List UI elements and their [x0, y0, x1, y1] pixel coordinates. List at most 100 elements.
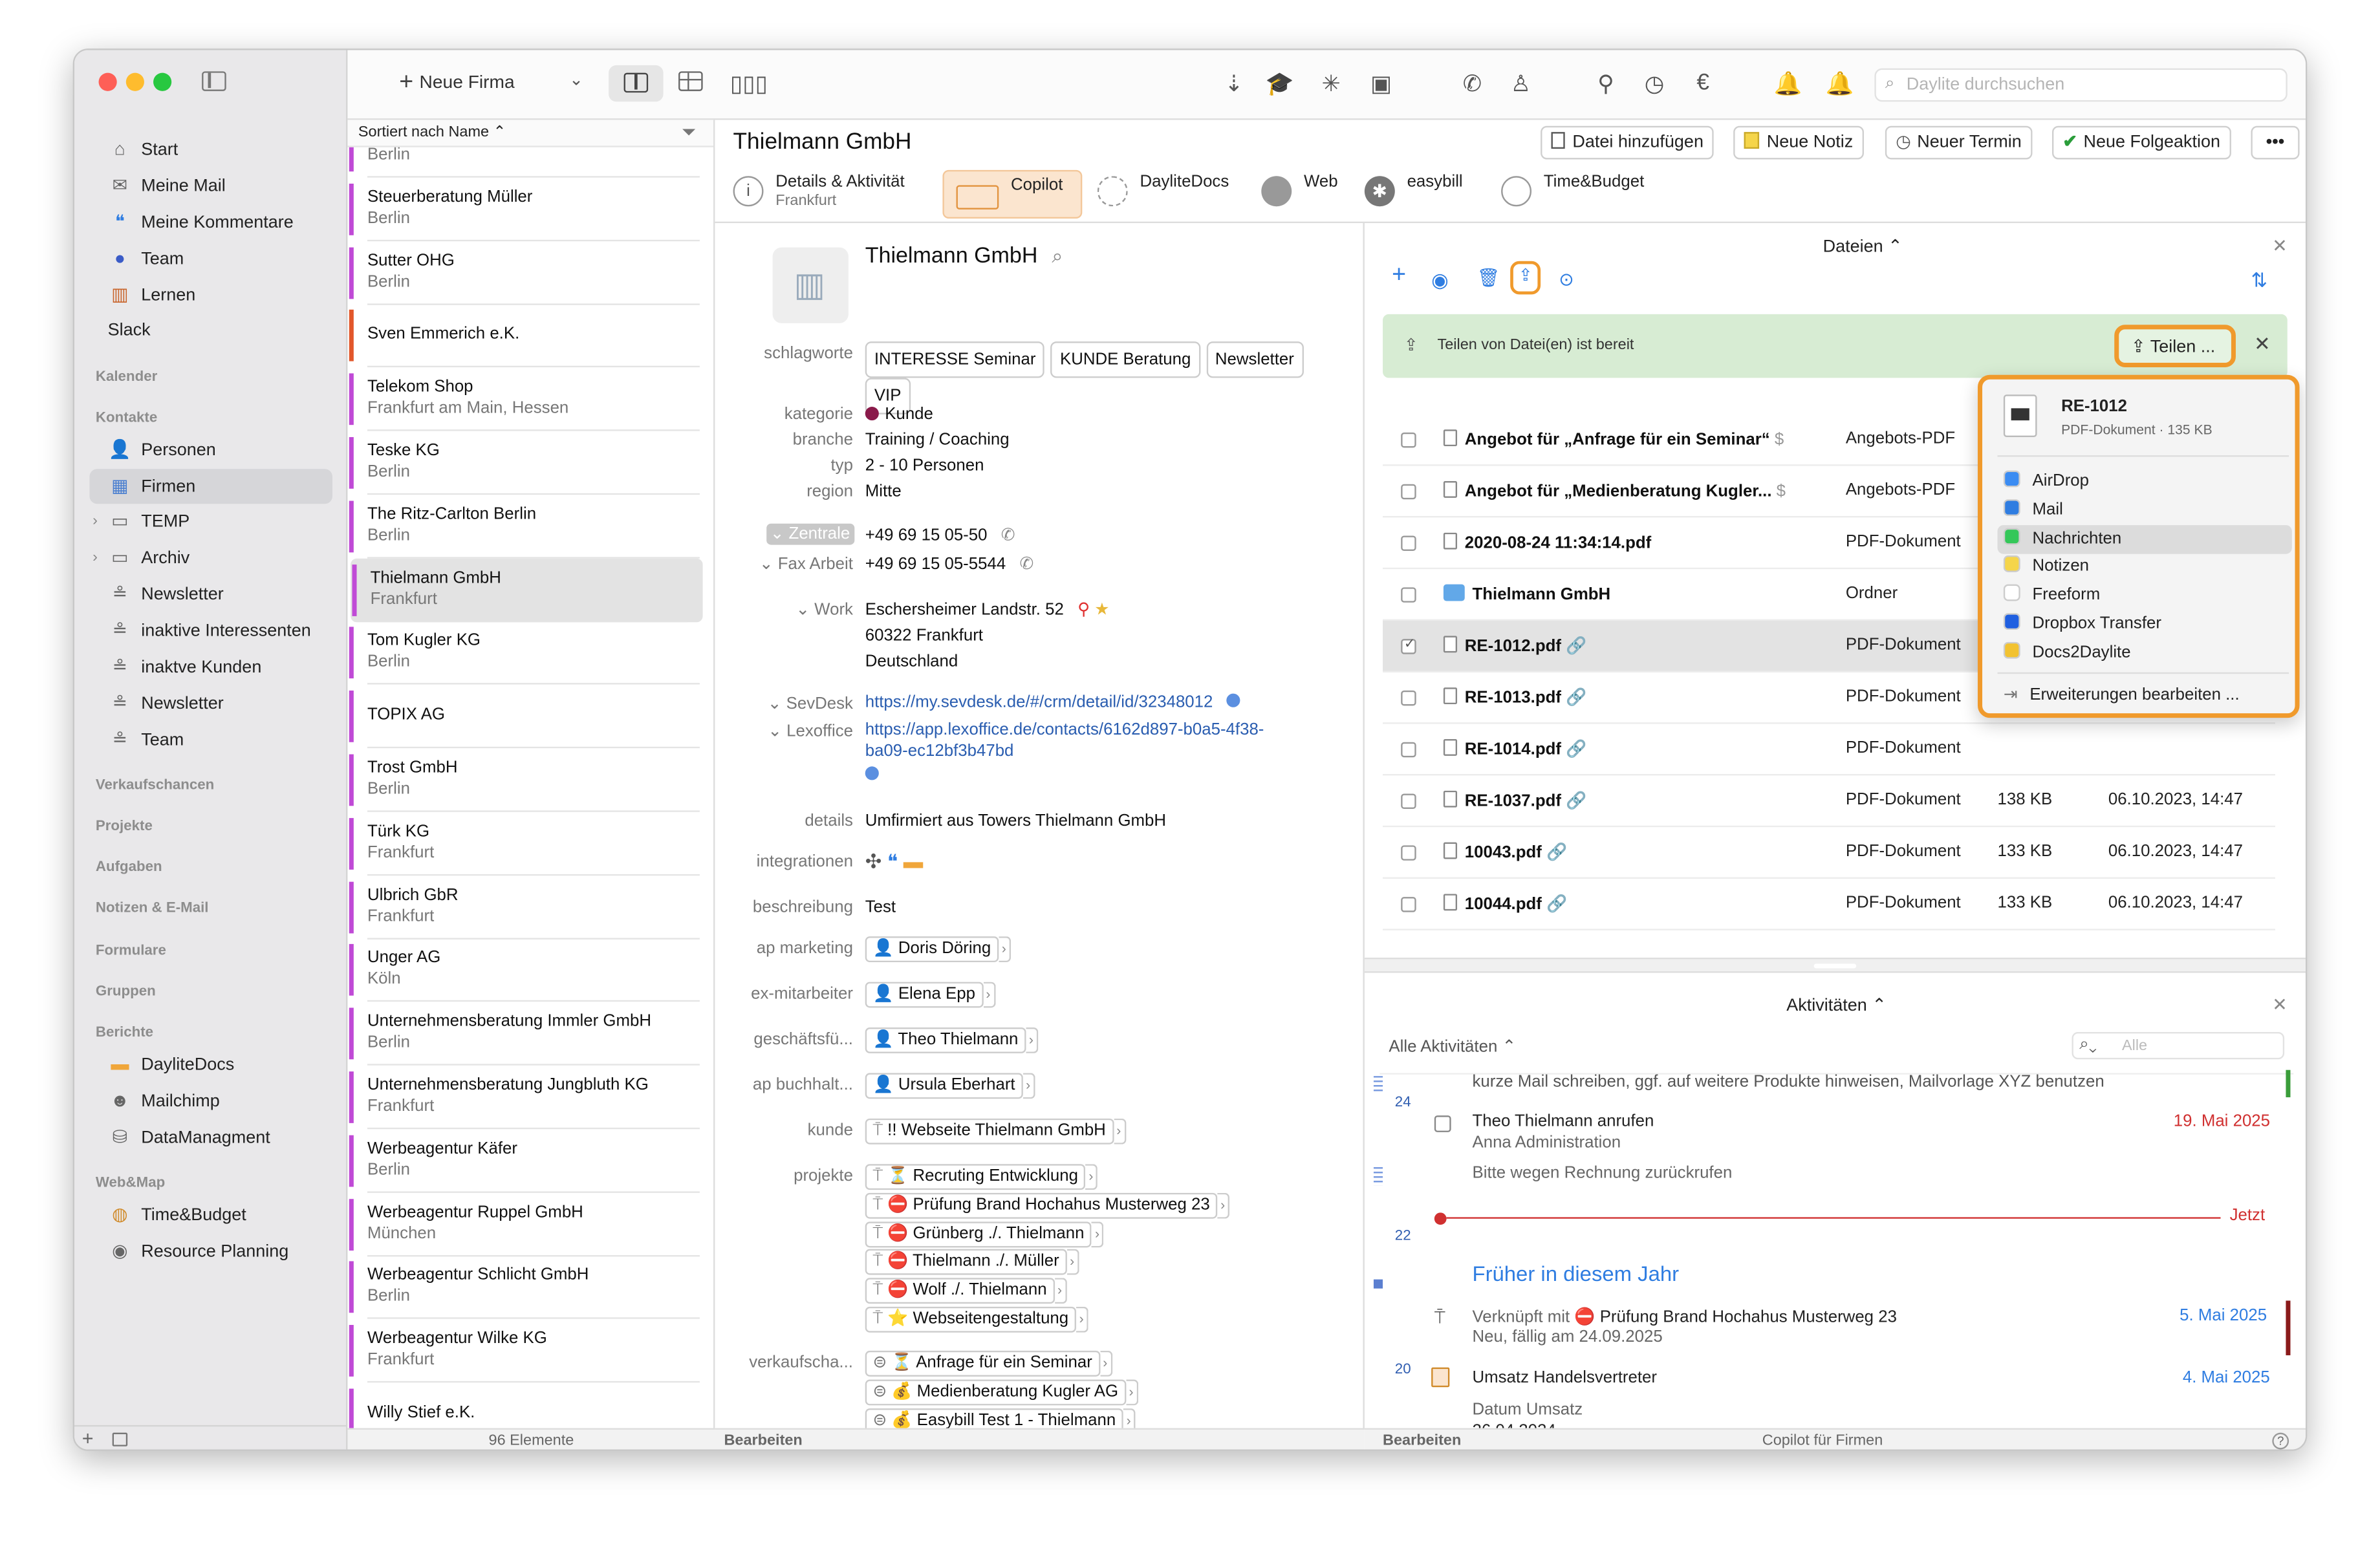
menu-item-docs2daylite[interactable]: Docs2Daylite	[1998, 639, 2292, 668]
lexoffice-link[interactable]: https://app.lexoffice.de/contacts/6162d8…	[865, 721, 1264, 739]
project-link[interactable]: ⍑ ⛔ Thielmann ./. Müller ›	[865, 1249, 1079, 1276]
list-item[interactable]: Werbeagentur Wilke KG Frankfurt	[347, 1319, 713, 1383]
project-link[interactable]: ⍑ ⛔ Wolf ./. Thielmann ›	[865, 1278, 1067, 1304]
tab-easybill[interactable]: ✱ easybill	[1364, 170, 1486, 219]
list-item[interactable]: Werbeagentur Käfer Berlin	[347, 1129, 713, 1193]
chevron-right-icon[interactable]: ›	[1085, 1164, 1098, 1190]
close-files-icon[interactable]: ✕	[2272, 235, 2288, 257]
timer-icon[interactable]: ◷	[1638, 70, 1671, 97]
sidebar-item-datamanagment[interactable]: ⛁ DataManagment	[89, 1120, 332, 1155]
close-activities-icon[interactable]: ✕	[2272, 994, 2288, 1015]
activities-title[interactable]: Aktivitäten ⌃	[1786, 994, 1887, 1015]
project-link[interactable]: ⍑ ⛔ Prüfung Brand Hochahus Musterweg 23 ›	[865, 1192, 1230, 1219]
disclosure-chevron-icon[interactable]: ›	[92, 504, 98, 539]
activity-search[interactable]: ⌕⌄ Alle	[2072, 1032, 2285, 1060]
list-item[interactable]: Türk KG Frankfurt	[347, 812, 713, 876]
map-pin-icon[interactable]: ⚲	[1077, 601, 1090, 619]
chart-view-icon[interactable]: ▯▯▯	[730, 70, 768, 97]
list-item[interactable]: Unger AG Köln	[347, 938, 713, 1003]
file-row[interactable]: 10043.pdf 🔗 PDF-Dokument 133 KB 06.10.2023,…	[1383, 827, 2276, 879]
section-webmap[interactable]: Web&Map	[96, 1175, 165, 1192]
chevron-right-icon[interactable]: ›	[1113, 1118, 1126, 1145]
opportunity-link[interactable]: ⊜ 💰 Easybill Test 1 - Thielmann ›	[865, 1408, 1136, 1428]
sort-arrows-icon[interactable]: ⇅	[2251, 268, 2267, 293]
project-link[interactable]: ⍑ ⭐ Webseitengestaltung ›	[865, 1306, 1088, 1333]
section-projekte[interactable]: Projekte	[96, 818, 153, 835]
edit-button[interactable]: Bearbeiten	[1383, 1433, 1461, 1450]
tab-details[interactable]: i Details & Aktivität Frankfurt	[733, 170, 931, 219]
tab-web[interactable]: Web	[1261, 170, 1352, 219]
chevron-right-icon[interactable]: ›	[982, 982, 995, 1008]
sidebar-item-daylitedocs[interactable]: ▬ DayliteDocs	[89, 1047, 332, 1082]
file-checkbox[interactable]	[1401, 587, 1416, 603]
file-checkbox[interactable]	[1401, 484, 1416, 500]
tag-interesse[interactable]: INTERESSE Seminar	[865, 341, 1045, 378]
address-city[interactable]: 60322 Frankfurt	[865, 627, 983, 645]
section-verkaufschancen[interactable]: Verkaufschancen	[96, 777, 214, 794]
sidebar-item-team-2[interactable]: ≗ Team	[89, 722, 332, 757]
activity-filter[interactable]: Alle Aktivitäten ⌃	[1389, 1037, 1516, 1056]
list-item[interactable]: Unternehmensberatung Jungbluth KG Frankfu…	[347, 1066, 713, 1130]
address-country[interactable]: Deutschland	[865, 652, 958, 671]
edit-button[interactable]: Bearbeiten	[724, 1433, 802, 1450]
sidebar-item-timebudget[interactable]: ◍ Time&Budget	[89, 1198, 332, 1232]
file-checkbox[interactable]	[1401, 535, 1416, 551]
list-item[interactable]: Sven Emmerich e.K.	[347, 304, 713, 368]
menu-item-mail[interactable]: Mail	[1998, 496, 2292, 525]
close-window-button[interactable]	[98, 72, 117, 91]
list-item[interactable]: Teske KG Berlin	[347, 431, 713, 495]
list-item[interactable]: The Ritz-Carlton Berlin Berlin	[347, 495, 713, 559]
file-row[interactable]: RE-1014.pdf 🔗 PDF-Dokument	[1383, 724, 2276, 776]
tab-copilot[interactable]: Copilot	[942, 169, 1083, 219]
menu-item-nachrichten[interactable]: Nachrichten	[1997, 524, 2292, 554]
sidebar-item-firmen[interactable]: ▦ Firmen	[89, 469, 332, 504]
academy-icon[interactable]: 🎓	[1263, 70, 1297, 97]
search-field[interactable]: ⌕ Daylite durchsuchen	[1874, 68, 2288, 102]
add-file-icon[interactable]: +	[1392, 263, 1406, 290]
tag-newsletter[interactable]: Newsletter	[1206, 341, 1303, 378]
file-checkbox[interactable]	[1401, 793, 1416, 810]
euro-icon[interactable]: €	[1686, 70, 1720, 96]
sidebar-item-personen[interactable]: 👤 Personen	[89, 433, 332, 468]
file-checkbox[interactable]: ✓	[1401, 636, 1416, 654]
typ-value[interactable]: 2 - 10 Personen	[865, 457, 984, 475]
sidebar-item-temp[interactable]: › ▭ TEMP	[89, 504, 332, 539]
sidebar-item-archiv[interactable]: › ▭ Archiv	[89, 541, 332, 575]
list-item[interactable]: Unternehmensberatung Immler GmbH Berlin	[347, 1002, 713, 1066]
ex-mitarbeiter-link[interactable]: 👤 Elena Epp ›	[865, 982, 995, 1008]
bell-red-icon[interactable]: 🔔	[1823, 70, 1857, 97]
task-title[interactable]: Theo Thielmann anrufen	[1472, 1112, 1654, 1130]
menu-item-dropbox-transfer[interactable]: Dropbox Transfer	[1998, 610, 2292, 640]
table-view-icon[interactable]	[678, 71, 703, 91]
section-kalender[interactable]: Kalender	[96, 369, 157, 385]
sidebar-item-kommentare[interactable]: ❝ Meine Kommentare	[89, 205, 332, 240]
pane-splitter[interactable]	[1364, 958, 2306, 973]
menu-item-extensions[interactable]: ⇥ Erweiterungen bearbeiten ...	[1998, 682, 2292, 711]
sidebar-item-newsletter-2[interactable]: ≗ Newsletter	[89, 686, 332, 721]
list-item[interactable]: Thielmann GmbH Frankfurt	[351, 557, 703, 622]
file-checkbox[interactable]	[1401, 690, 1416, 706]
add-file-button[interactable]: Datei hinzufügen	[1541, 125, 1715, 160]
list-item[interactable]: Tom Kugler KG Berlin	[347, 621, 713, 685]
file-row[interactable]: 10044.pdf 🔗 PDF-Dokument 133 KB 06.10.2023,…	[1383, 879, 2276, 930]
layout-icon[interactable]: ▣	[1365, 70, 1398, 97]
sort-menu[interactable]: Sortiert nach Name ⌃	[358, 124, 506, 141]
sidebar-item-inaktive-interessenten[interactable]: ≗ inaktive Interessenten	[89, 613, 332, 648]
file-checkbox[interactable]	[1401, 742, 1416, 758]
section-aufgaben[interactable]: Aufgaben	[96, 859, 162, 876]
bell-orange-icon[interactable]: 🔔	[1771, 70, 1805, 97]
list-item[interactable]: Werbeagentur Ruppel GmbH München	[347, 1192, 713, 1256]
share-icon[interactable]: ⇪	[1510, 261, 1541, 295]
phone-icon[interactable]: ✆	[1456, 70, 1489, 97]
search-icon[interactable]: ⌕	[1052, 244, 1063, 269]
region-value[interactable]: Mitte	[865, 482, 902, 500]
address-street[interactable]: Eschersheimer Landstr. 52 ⚲ ★	[865, 599, 1110, 619]
chevron-right-icon[interactable]: ›	[1092, 1221, 1105, 1247]
project-link[interactable]: ⍑ ⏳ Recruting Entwicklung ›	[865, 1164, 1098, 1190]
chevron-right-icon[interactable]: ›	[1123, 1408, 1136, 1428]
folder-icon[interactable]: ▬	[903, 850, 924, 872]
details-value[interactable]: Umfirmiert aus Towers Thielmann GmbH	[865, 812, 1166, 830]
split-view-button[interactable]	[609, 65, 664, 102]
file-checkbox[interactable]	[1401, 432, 1416, 448]
disclosure-chevron-icon[interactable]: ›	[92, 541, 98, 575]
